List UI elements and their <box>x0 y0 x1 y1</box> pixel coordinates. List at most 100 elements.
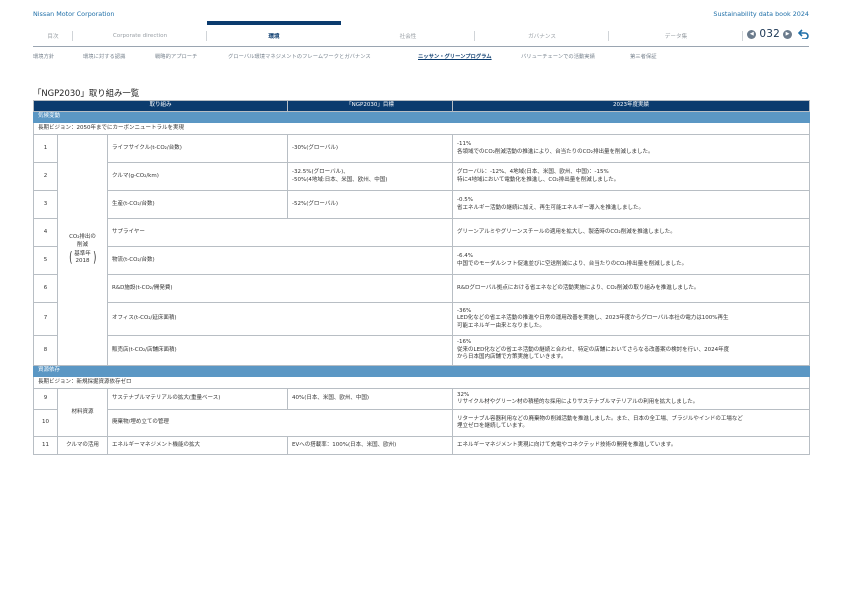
table-row: 9 材料資源 サステナブルマテリアルの拡大(重量ベース) 40%(日本、米国、欧… <box>33 388 811 437</box>
result-line: リサイクル材やグリーン材の積極的な採用によりサステナブルマテリアルの利用を拡大し… <box>457 399 699 405</box>
group-co2-reduction: CO₂排出の 削減 ( 基準年 2018 ) <box>57 134 108 366</box>
target-line: -32.5%(グローバル)、 <box>292 169 349 176</box>
row-result: リターナブル容器利用などの廃棄物の削減活動を推進しました。また、日本の全工場、ブ… <box>452 409 811 437</box>
tab-environment[interactable]: 環境 <box>207 21 341 46</box>
row-item: 販売店(t-CO₂/店舗床面積) <box>106 335 454 366</box>
company-name[interactable]: Nissan Motor Corporation <box>33 10 114 18</box>
subnav-framework[interactable]: グローバル環境マネジメントのフレームワークとガバナンス <box>228 52 371 60</box>
subnav-strategy[interactable]: 戦略的アプローチ <box>155 52 197 60</box>
row-target: 40%(日本、米国、欧州、中国) <box>287 388 454 410</box>
databook-title: Sustainability data book 2024 <box>713 10 809 18</box>
tab-data[interactable]: データ集 <box>609 21 743 46</box>
target-line: EVへの搭載率：100%(日本、米国、欧州) <box>292 441 397 448</box>
next-page-icon[interactable]: ▶ <box>783 29 792 39</box>
row-result: -0.5% 省エネルギー活動の継続に加え、再生可能エネルギー導入を推進しました。 <box>452 190 811 219</box>
row-target: -52%(グローバル) <box>287 190 454 219</box>
group-vehicle-use: クルマの活用 <box>57 436 108 455</box>
row-result: R&Dグローバル拠点における省エネなどの活動実施により、CO₂削減の取り組みを推… <box>452 274 811 303</box>
header-initiative: 取り組み <box>32 100 289 112</box>
base-year: 基準年 2018 <box>74 251 91 266</box>
subnav-value-chain[interactable]: バリューチェーンでの活動実績 <box>521 52 595 60</box>
header-results: 2023年度実績 <box>452 100 811 112</box>
target-line: -52%(グローバル) <box>292 200 338 207</box>
base-year-value: 2018 <box>75 258 90 265</box>
page-pager: ◀ 032 ▶ <box>747 25 809 43</box>
row-item: エネルギーマネジメント機能の拡大 <box>106 436 289 455</box>
result-line: -6.4% <box>457 253 473 260</box>
base-year-label: 基準年 <box>74 251 91 257</box>
row-result: グローバル：-12%、4地域(日本、米国、欧州、中国)：-15% 特に4地域にお… <box>452 162 811 191</box>
tab-governance[interactable]: ガバナンス <box>475 21 609 46</box>
result-line: LED化などの省エネ活動の推進や日常の運用改善を実施し、2023年度からグローバ… <box>457 315 729 322</box>
page-number: 032 <box>759 28 780 40</box>
target-line: 40%(日本、米国、欧州、中国) <box>292 395 370 402</box>
subnav-policy[interactable]: 環境方針 <box>33 52 54 60</box>
category-row: 資源依存 <box>32 365 811 377</box>
subnav-green-program[interactable]: ニッサン・グリーンプログラム <box>418 52 492 60</box>
result-line: 省エネルギー活動の継続に加え、再生可能エネルギー導入を推進しました。 <box>457 204 645 211</box>
row-number: 4 <box>33 218 58 247</box>
row-item: R&D施設(t-CO₂/開発費) <box>106 274 454 303</box>
row-result: 32% リサイクル材やグリーン材の積極的な採用によりサステナブルマテリアルの利用… <box>452 388 811 410</box>
table-row: 8 販売店(t-CO₂/店舗床面積) -16% 従来のLED化などの省エネ活動の… <box>33 335 811 366</box>
group-materials: 材料資源 <box>57 388 108 437</box>
row-item: 物流(t-CO₂/台数) <box>106 246 454 275</box>
table-row: 11 クルマの活用 エネルギーマネジメント機能の拡大 EVへの搭載率：100%(… <box>33 436 811 455</box>
tab-social[interactable]: 社会性 <box>341 21 475 46</box>
row-number: 6 <box>33 274 58 303</box>
result-line: 特に4地域において電動化を推進し、CO₂排出量を削減しました。 <box>457 176 620 183</box>
row-result: -6.4% 中国でのモーダルシフト促進並びに空送削減により、台当たりのCO₂排出… <box>452 246 811 275</box>
row-result: -11% 各領域でのCO₂削減活動の推進により、台当たりのCO₂排出量を削減しま… <box>452 134 811 163</box>
table-row: 5 物流(t-CO₂/台数) -6.4% 中国でのモーダルシフト促進並びに空送削… <box>33 246 811 275</box>
row-number: 7 <box>33 302 58 336</box>
subnav-assurance[interactable]: 第三者保証 <box>630 52 657 60</box>
table-row: 10 廃棄物/埋め立ての管理 リターナブル容器利用などの廃棄物の削減活動を推進し… <box>33 409 811 437</box>
row-result: -36% LED化などの省エネ活動の推進や日常の運用改善を実施し、2023年度か… <box>452 302 811 336</box>
row-item: 廃棄物/埋め立ての管理 <box>106 409 454 437</box>
result-line: -16% <box>457 339 472 346</box>
tab-contents[interactable]: 目次 <box>33 21 73 46</box>
vision-resources: 長期ビジョン：新規採掘資源依存ゼロ <box>32 376 811 389</box>
result-line: エネルギーマネジメント実現に向けて充電やコネクテッド技術の開発を推進しています。 <box>457 441 677 448</box>
row-number: 2 <box>33 162 58 191</box>
back-icon[interactable] <box>798 29 809 39</box>
row-result: エネルギーマネジメント実現に向けて充電やコネクテッド技術の開発を推進しています。 <box>452 436 811 455</box>
result-line: -11% <box>457 141 472 148</box>
row-target: EVへの搭載率：100%(日本、米国、欧州) <box>287 436 454 455</box>
row-item: クルマ(g-CO₂/km) <box>106 162 289 191</box>
subnav-awareness[interactable]: 環境に対する認識 <box>83 52 125 60</box>
sub-nav: 環境方針 環境に対する認識 戦略的アプローチ グローバル環境マネジメントのフレー… <box>33 52 809 62</box>
ngp-table: 取り組み 「NGP2030」目標 2023年度実績 気候変動 長期ビジョン：20… <box>32 100 811 455</box>
row-number: 5 <box>33 246 58 275</box>
result-line: 埋立ゼロを継続しています。 <box>457 423 528 429</box>
row-target: -32.5%(グローバル)、 -50%(4地域:日本、米国、欧州、中国) <box>287 162 454 191</box>
row-number: 3 <box>33 190 58 219</box>
group-label: 削減 <box>76 241 88 248</box>
base-year-box: ( 基準年 2018 ) <box>68 251 97 266</box>
row-result: -16% 従来のLED化などの省エネ活動の継続と合わせ、特定の店舗においてさらな… <box>452 335 811 366</box>
table-row: 6 R&D施設(t-CO₂/開発費) R&Dグローバル拠点における省エネなどの活… <box>33 274 811 303</box>
table-header-row: 取り組み 「NGP2030」目標 2023年度実績 <box>32 100 811 112</box>
result-line: グリーンアルミやグリーンスチールの適用を拡大し、製造時のCO₂削減を推進しました… <box>457 228 676 235</box>
vision-row: 長期ビジョン：新規採掘資源依存ゼロ <box>32 376 811 389</box>
result-line: 各領域でのCO₂削減活動の推進により、台当たりのCO₂排出量を削減しました。 <box>457 148 654 155</box>
main-nav: 目次 Corporate direction 環境 社会性 ガバナンス データ集… <box>33 21 809 47</box>
table-row: 4 サプライヤー グリーンアルミやグリーンスチールの適用を拡大し、製造時のCO₂… <box>33 218 811 247</box>
vision-climate: 長期ビジョン：2050年までにカーボンニュートラルを実現 <box>32 122 811 135</box>
result-line: グローバル：-12%、4地域(日本、米国、欧州、中国)：-15% <box>457 169 609 176</box>
tab-corporate-direction[interactable]: Corporate direction <box>73 21 207 46</box>
result-line: -0.5% <box>457 197 473 204</box>
row-item: サステナブルマテリアルの拡大(重量ベース) <box>106 388 289 410</box>
row-number: 11 <box>33 436 58 455</box>
category-resources: 資源依存 <box>32 365 811 377</box>
row-number: 10 <box>33 409 58 437</box>
category-climate: 気候変動 <box>32 111 811 123</box>
row-item: ライフサイクル(t-CO₂/台数) <box>106 134 289 163</box>
target-line: -30%(グローバル) <box>292 144 338 151</box>
table-row: 2 クルマ(g-CO₂/km) -32.5%(グローバル)、 -50%(4地域:… <box>33 162 811 191</box>
table-row: 7 オフィス(t-CO₂/延床面積) -36% LED化などの省エネ活動の推進や… <box>33 302 811 336</box>
row-item: サプライヤー <box>106 218 454 247</box>
table-row: 3 生産(t-CO₂/台数) -52%(グローバル) -0.5% 省エネルギー活… <box>33 190 811 219</box>
result-line: から日本国内店舗で方策実施していきます。 <box>457 354 567 361</box>
prev-page-icon[interactable]: ◀ <box>747 29 757 39</box>
